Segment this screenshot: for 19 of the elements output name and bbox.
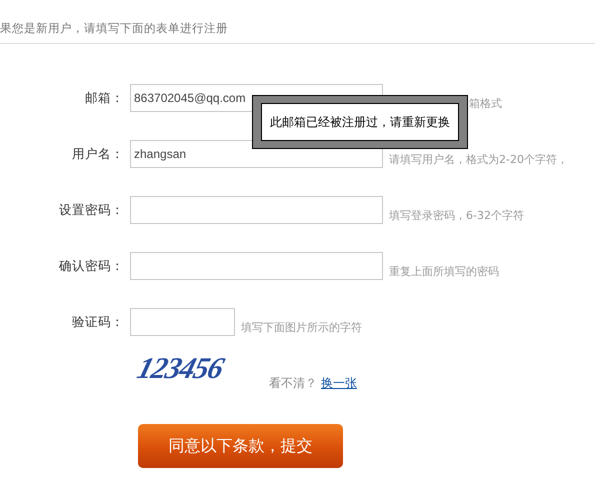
help-text: 看不清？	[269, 375, 317, 392]
submit-button[interactable]: 同意以下条款，提交	[138, 424, 343, 468]
hint-text: 填写下面图片所示的字符	[241, 320, 362, 336]
hint-text: 箱格式	[469, 96, 502, 112]
field-label: 验证码：	[71, 312, 125, 331]
input-field[interactable]	[130, 308, 235, 336]
intro-text: 果您是新用户，请填写下面的表单进行注册	[0, 21, 228, 35]
captcha-text: 123456	[134, 354, 228, 384]
hint-text: 重复上面所填写的密码	[389, 264, 499, 280]
input-field[interactable]	[130, 252, 383, 280]
field-label: 用户名：	[71, 144, 125, 163]
tooltip-message: 此邮箱已经被注册过，请重新更换	[261, 103, 459, 141]
hint-text: 请填写用户名，格式为2-20个字符，	[389, 152, 568, 168]
refresh-link[interactable]: 换一张	[321, 374, 357, 392]
input-field[interactable]	[130, 196, 383, 224]
field-label: 确认密码：	[58, 256, 125, 275]
hint-text: 填写登录密码，6-32个字符	[389, 208, 524, 224]
field-label: 邮箱：	[84, 88, 125, 107]
field-label: 设置密码：	[58, 200, 125, 219]
